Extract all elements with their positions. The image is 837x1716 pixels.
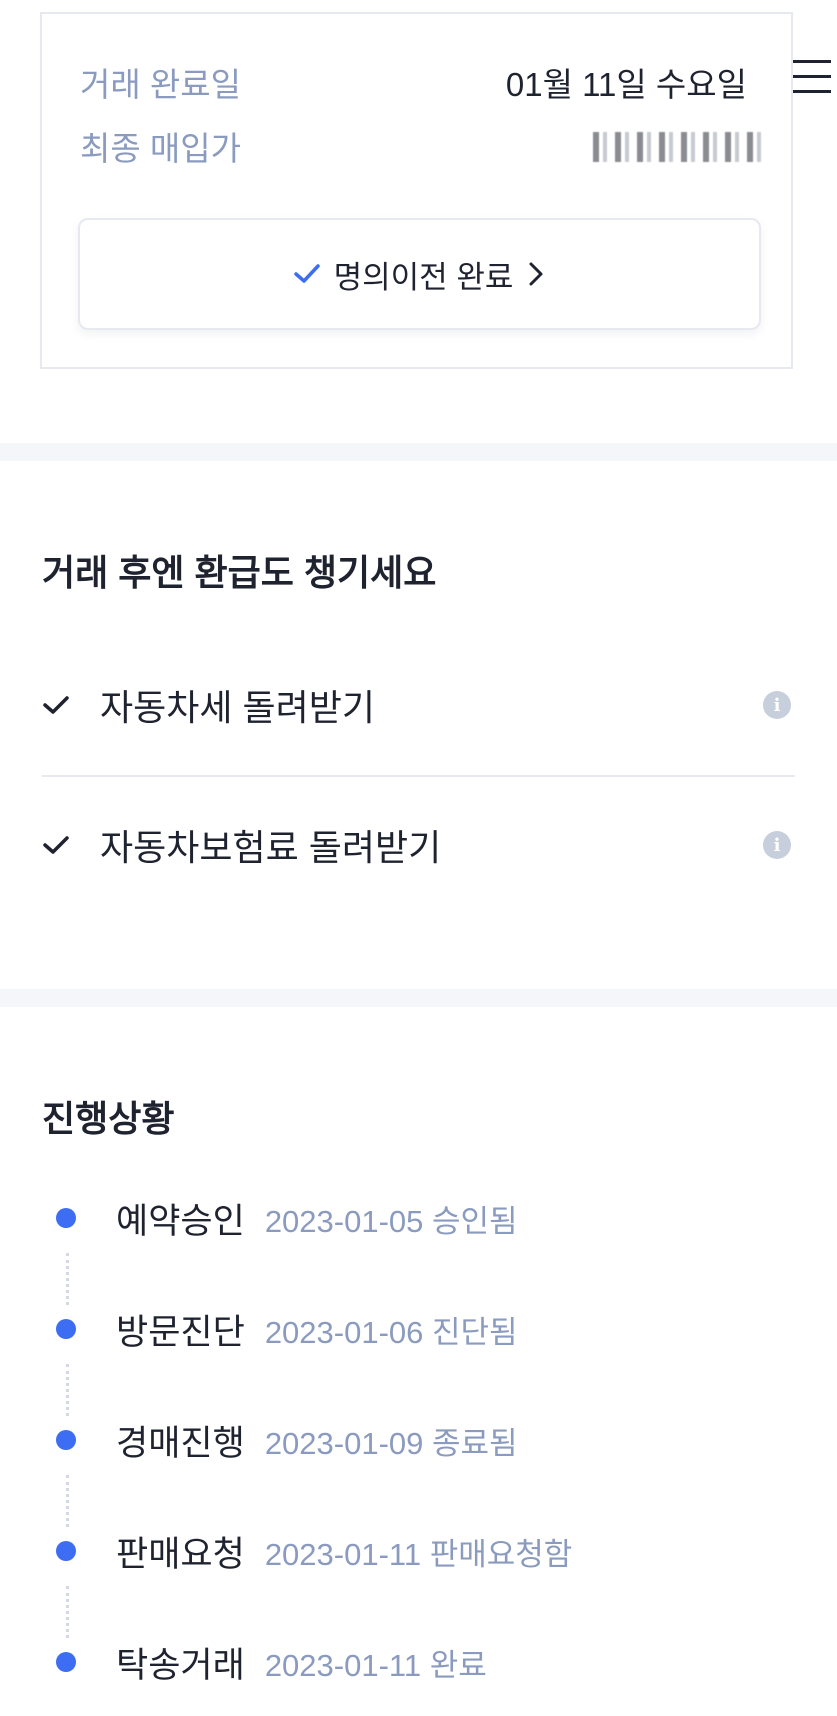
step-dot xyxy=(56,1652,76,1672)
check-icon xyxy=(42,834,94,856)
step-connector xyxy=(66,1253,69,1305)
step-connector xyxy=(66,1586,69,1638)
step-detail: 2023-01-11 판매요청함 xyxy=(264,1536,573,1572)
info-icon[interactable]: i xyxy=(763,831,791,859)
check-icon xyxy=(42,694,94,716)
final-price-label: 최종 매입가 xyxy=(80,130,241,167)
step-dot xyxy=(56,1430,76,1450)
ownership-transfer-button[interactable]: 명의이전 완료 xyxy=(78,218,761,330)
step-detail: 2023-01-09 종료됨 xyxy=(264,1425,518,1461)
progress-step: 예약승인 2023-01-05 승인됨 xyxy=(56,1193,518,1243)
refund-item-car-tax[interactable]: 자동차세 돌려받기 i xyxy=(42,670,795,740)
refund-item-label: 자동차보험료 돌려받기 xyxy=(100,827,442,868)
step-dot xyxy=(56,1541,76,1561)
step-name: 탁송거래 xyxy=(116,1645,245,1685)
progress-step: 판매요청 2023-01-11 판매요청함 xyxy=(56,1526,572,1576)
info-icon[interactable]: i xyxy=(763,691,791,719)
progress-step: 경매진행 2023-01-09 종료됨 xyxy=(56,1415,518,1465)
step-detail: 2023-01-05 승인됨 xyxy=(264,1203,518,1239)
refund-section-title: 거래 후엔 환급도 챙기세요 xyxy=(42,552,437,593)
refund-item-insurance[interactable]: 자동차보험료 돌려받기 i xyxy=(42,810,795,880)
refund-item-label: 자동차세 돌려받기 xyxy=(100,687,375,728)
step-detail: 2023-01-11 완료 xyxy=(264,1647,487,1683)
completion-date-label: 거래 완료일 xyxy=(80,66,241,103)
progress-step: 방문진단 2023-01-06 진단됨 xyxy=(56,1304,518,1354)
progress-step: 탁송거래 2023-01-11 완료 xyxy=(56,1637,487,1687)
menu-icon[interactable] xyxy=(793,60,831,96)
completion-date-value: 01월 11일 수요일 xyxy=(505,66,747,103)
step-detail: 2023-01-06 진단됨 xyxy=(264,1314,518,1350)
step-dot xyxy=(56,1208,76,1228)
step-connector xyxy=(66,1364,69,1416)
check-icon xyxy=(293,264,320,283)
transaction-summary-card: 거래 완료일 01월 11일 수요일 최종 매입가 명의이전 완료 xyxy=(40,12,793,369)
step-name: 경매진행 xyxy=(116,1423,245,1463)
step-name: 판매요청 xyxy=(116,1534,245,1574)
step-name: 방문진단 xyxy=(116,1312,245,1352)
step-name: 예약승인 xyxy=(116,1201,245,1241)
final-price-value-masked xyxy=(593,132,763,162)
step-connector xyxy=(66,1475,69,1527)
section-divider xyxy=(0,443,837,461)
ownership-transfer-label: 명의이전 완료 xyxy=(333,259,514,295)
progress-section-title: 진행상황 xyxy=(42,1098,175,1139)
step-dot xyxy=(56,1319,76,1339)
section-divider xyxy=(0,989,837,1007)
item-divider xyxy=(42,775,795,777)
chevron-right-icon xyxy=(529,262,543,286)
